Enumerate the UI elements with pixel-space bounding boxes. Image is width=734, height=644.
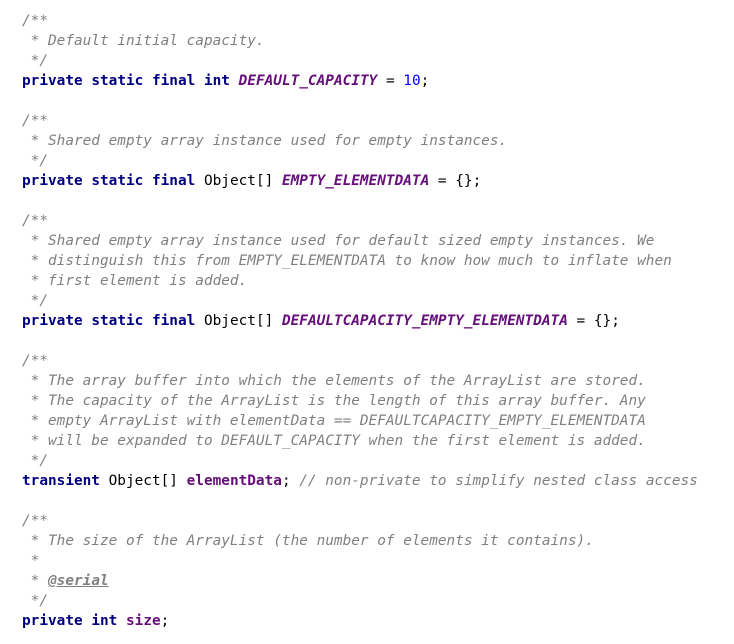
comment-token: * [22, 553, 40, 569]
code-line[interactable]: */ [22, 451, 734, 471]
comment-token: * Shared empty array instance used for d… [22, 233, 655, 249]
code-line[interactable]: private static final int DEFAULT_CAPACIT… [22, 71, 734, 91]
code-line[interactable]: * The size of the ArrayList (the number … [22, 531, 734, 551]
code-line[interactable]: /** [22, 111, 734, 131]
code-line[interactable]: private int size; [22, 611, 734, 631]
code-line[interactable]: * will be expanded to DEFAULT_CAPACITY w… [22, 431, 734, 451]
comment-token: */ [22, 293, 48, 309]
code-editor[interactable]: /** * Default initial capacity. */ privat… [0, 0, 734, 644]
keyword-token: static [91, 313, 144, 329]
code-token: Object[] [195, 173, 282, 189]
static-field-token: EMPTY_ELEMENTDATA [281, 173, 430, 189]
code-line[interactable]: * @serial [22, 571, 734, 591]
keyword-token: int [203, 73, 230, 89]
keyword-token: int [91, 613, 118, 629]
code-line[interactable]: private static final Object[] EMPTY_ELEM… [22, 171, 734, 191]
keyword-token: private [22, 313, 83, 329]
code-line[interactable]: * first element is added. [22, 271, 734, 291]
comment-token: // non-private to simplify nested class … [299, 473, 698, 489]
code-token: = {}; [567, 313, 620, 329]
keyword-token: final [151, 73, 196, 89]
code-line[interactable]: * distinguish this from EMPTY_ELEMENTDAT… [22, 251, 734, 271]
comment-token: */ [22, 153, 48, 169]
code-token: ; [420, 73, 430, 89]
comment-token: /** [22, 513, 48, 529]
code-line[interactable]: * Shared empty array instance used for d… [22, 231, 734, 251]
comment-token: /** [22, 113, 48, 129]
code-line[interactable]: * Shared empty array instance used for e… [22, 131, 734, 151]
comment-token: /** [22, 353, 48, 369]
code-line[interactable]: * [22, 551, 734, 571]
keyword-token: final [151, 173, 196, 189]
field-token: elementData [186, 473, 282, 489]
comment-token: /** [22, 13, 48, 29]
comment-token: * will be expanded to DEFAULT_CAPACITY w… [22, 433, 646, 449]
code-token: Object[] [99, 473, 187, 489]
code-line[interactable]: /** [22, 351, 734, 371]
code-token: Object[] [195, 313, 282, 329]
code-line[interactable]: * The capacity of the ArrayList is the l… [22, 391, 734, 411]
code-token: ; [281, 473, 300, 489]
blank-line[interactable] [22, 91, 734, 111]
keyword-token: static [91, 173, 144, 189]
javadoc-tag: @serial [48, 573, 109, 589]
comment-token: * Shared empty array instance used for e… [22, 133, 508, 149]
code-line[interactable]: transient Object[] elementData; // non-p… [22, 471, 734, 491]
keyword-token: private [22, 73, 83, 89]
comment-token: * [22, 573, 48, 589]
keyword-token: final [151, 313, 196, 329]
comment-token: * The capacity of the ArrayList is the l… [22, 393, 646, 409]
keyword-token: static [91, 73, 144, 89]
comment-token: * The size of the ArrayList (the number … [22, 533, 594, 549]
code-line[interactable]: */ [22, 51, 734, 71]
static-field-token: DEFAULT_CAPACITY [238, 73, 378, 89]
comment-token: * empty ArrayList with elementData == DE… [22, 413, 646, 429]
code-token: = {}; [429, 173, 482, 189]
code-token: = [377, 73, 404, 89]
code-line[interactable]: private static final Object[] DEFAULTCAP… [22, 311, 734, 331]
keyword-token: private [22, 173, 83, 189]
static-field-token: DEFAULTCAPACITY_EMPTY_ELEMENTDATA [281, 313, 568, 329]
comment-token: */ [22, 53, 48, 69]
keyword-token: transient [22, 473, 100, 489]
comment-token: * The array buffer into which the elemen… [22, 373, 646, 389]
comment-token: */ [22, 453, 48, 469]
comment-token: * distinguish this from EMPTY_ELEMENTDAT… [22, 253, 672, 269]
comment-token: * Default initial capacity. [22, 33, 265, 49]
code-line[interactable]: * Default initial capacity. [22, 31, 734, 51]
code-line[interactable]: /** [22, 211, 734, 231]
code-line[interactable]: /** [22, 11, 734, 31]
code-line[interactable]: /** [22, 511, 734, 531]
comment-token: */ [22, 593, 48, 609]
code-line[interactable]: */ [22, 151, 734, 171]
code-line[interactable]: */ [22, 591, 734, 611]
field-token: size [126, 613, 161, 629]
code-line[interactable]: * empty ArrayList with elementData == DE… [22, 411, 734, 431]
number-literal: 10 [403, 73, 421, 89]
blank-line[interactable] [22, 491, 734, 511]
code-token: ; [160, 613, 170, 629]
keyword-token: private [22, 613, 83, 629]
code-line[interactable]: * The array buffer into which the elemen… [22, 371, 734, 391]
comment-token: /** [22, 213, 48, 229]
blank-line[interactable] [22, 331, 734, 351]
blank-line[interactable] [22, 191, 734, 211]
comment-token: * first element is added. [22, 273, 248, 289]
code-line[interactable]: */ [22, 291, 734, 311]
